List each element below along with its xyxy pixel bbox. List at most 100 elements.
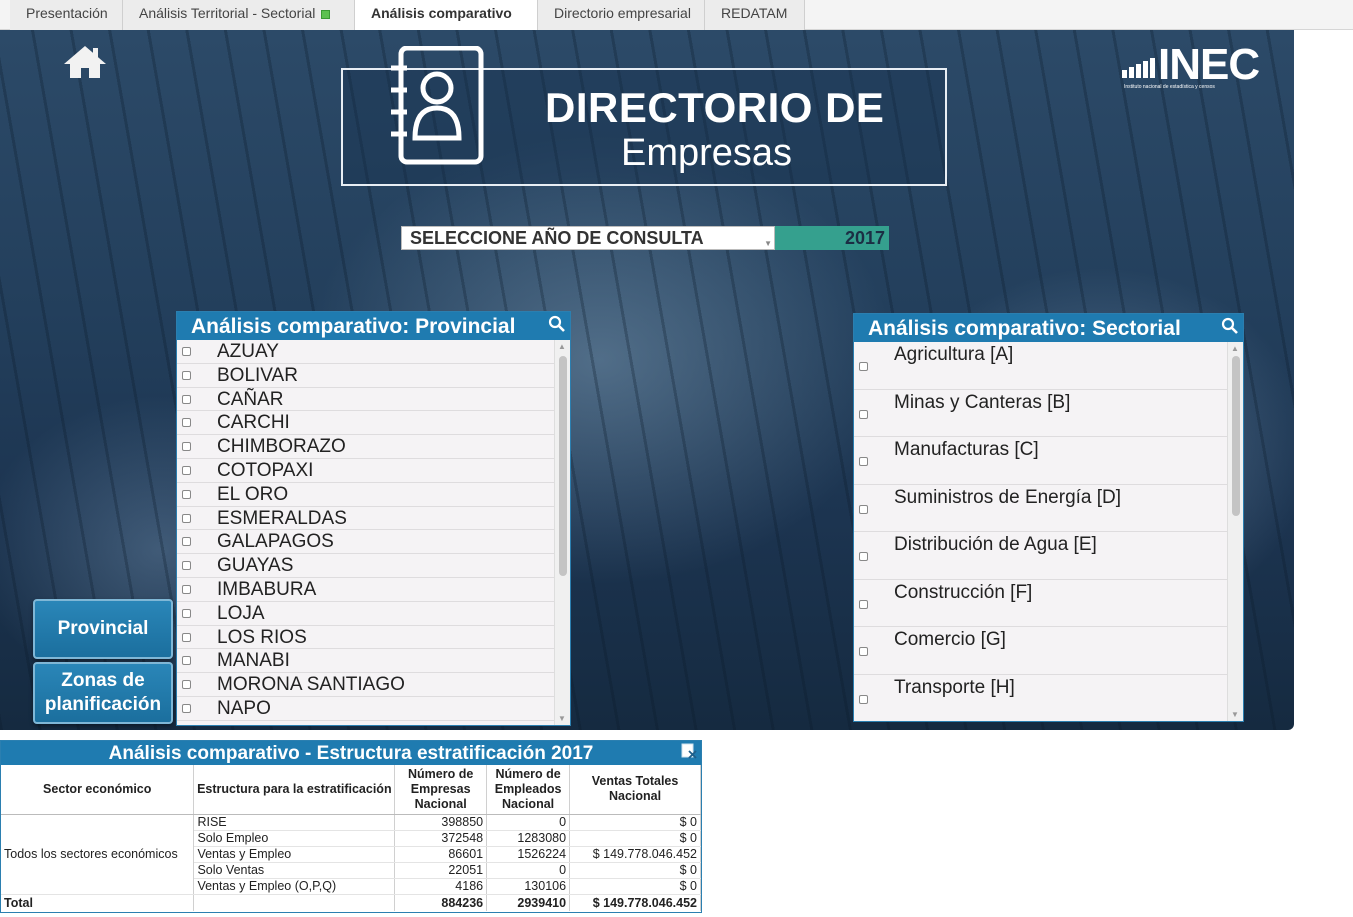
- table-title-text: Análisis comparativo - Estructura estrat…: [108, 743, 594, 764]
- checkbox[interactable]: [859, 599, 868, 609]
- sectorial-list: Agricultura [A] Minas y Canteras [B] Manuf…: [854, 342, 1227, 721]
- scroll-down-icon[interactable]: ▼: [1231, 710, 1239, 719]
- scroll-thumb[interactable]: [559, 356, 567, 576]
- checkbox[interactable]: [182, 370, 191, 380]
- list-item[interactable]: BOLIVAR: [177, 364, 554, 388]
- checkbox[interactable]: [182, 632, 191, 642]
- chevron-down-icon[interactable]: ▼: [764, 233, 772, 255]
- sectorial-listbox: Análisis comparativo: Sectorial Agricult…: [853, 313, 1244, 722]
- provincial-listbox: Análisis comparativo: Provincial AZUAY BO…: [176, 311, 571, 726]
- list-item-label: Transporte [H]: [894, 676, 1015, 698]
- checkbox[interactable]: [182, 561, 191, 571]
- checkbox[interactable]: [859, 504, 868, 514]
- export-excel-icon[interactable]: [681, 743, 697, 759]
- stratification-table: Sector económico Estructura para la estr…: [1, 765, 701, 912]
- tab-analisis-territorial[interactable]: Análisis Territorial - Sectorial: [123, 0, 355, 30]
- list-item[interactable]: LOS RIOS: [177, 626, 554, 650]
- col-header-estructura[interactable]: Estructura para la estratificación: [193, 765, 396, 815]
- list-item[interactable]: MORONA SANTIAGO: [177, 673, 554, 697]
- col-header-empleados[interactable]: Número de Empleados Nacional: [486, 765, 571, 815]
- list-item[interactable]: Manufacturas [C]: [854, 437, 1227, 485]
- address-book-icon: [391, 46, 484, 165]
- scroll-up-icon[interactable]: ▲: [558, 342, 566, 351]
- col-header-sector[interactable]: Sector económico: [1, 765, 195, 815]
- logo-subtitle: Empresas: [621, 132, 793, 174]
- list-item-label: Minas y Canteras [B]: [894, 391, 1071, 413]
- status-indicator-icon: [321, 9, 331, 19]
- listbox-title-text: Análisis comparativo: Provincial: [191, 315, 516, 338]
- ventas-cell: $ 0: [569, 862, 701, 880]
- list-item[interactable]: CHIMBORAZO: [177, 435, 554, 459]
- list-item[interactable]: ESMERALDAS: [177, 507, 554, 531]
- checkbox[interactable]: [182, 656, 191, 666]
- list-item[interactable]: AZUAY: [177, 340, 554, 364]
- table-total-row: Total 884236 2939410 $ 149.778.046.452: [1, 894, 701, 912]
- col-header-empresas[interactable]: Número de Empresas Nacional: [394, 765, 488, 815]
- search-icon[interactable]: [1221, 317, 1239, 335]
- list-item-label: EL ORO: [217, 483, 289, 505]
- provincial-list: AZUAY BOLIVAR CAÑAR CARCHI CHIMBORAZO COTOPAX…: [177, 340, 554, 725]
- year-selector-value[interactable]: 2017: [775, 226, 889, 250]
- tab-label: REDATAM: [721, 5, 788, 21]
- ventas-cell: $ 0: [569, 830, 701, 847]
- list-item[interactable]: Construcción [F]: [854, 580, 1227, 627]
- inec-logo: INEC Instituto nacional de estadística y…: [1122, 40, 1266, 92]
- scroll-down-icon[interactable]: ▼: [558, 714, 566, 723]
- tab-label: Análisis comparativo: [371, 5, 512, 21]
- checkbox[interactable]: [182, 584, 191, 594]
- list-item[interactable]: MANABI: [177, 649, 554, 674]
- home-icon[interactable]: [62, 44, 108, 80]
- checkbox[interactable]: [182, 680, 191, 690]
- checkbox[interactable]: [182, 418, 191, 428]
- list-item[interactable]: IMBABURA: [177, 578, 554, 602]
- checkbox[interactable]: [859, 409, 868, 419]
- list-item[interactable]: GALAPAGOS: [177, 530, 554, 555]
- inec-tagline: Instituto nacional de estadística y cens…: [1124, 84, 1215, 90]
- list-item[interactable]: COTOPAXI: [177, 459, 554, 483]
- list-item-label: MORONA SANTIAGO: [217, 674, 405, 696]
- list-item[interactable]: Suministros de Energía [D]: [854, 485, 1227, 532]
- tab-presentacion[interactable]: Presentación: [10, 0, 123, 30]
- col-header-ventas[interactable]: Ventas Totales Nacional: [569, 765, 701, 815]
- list-item[interactable]: Comercio [G]: [854, 627, 1227, 675]
- checkbox[interactable]: [182, 489, 191, 499]
- tab-redatam[interactable]: REDATAM: [705, 0, 805, 30]
- checkbox[interactable]: [182, 703, 191, 713]
- list-item[interactable]: NAPO: [177, 697, 554, 721]
- provincial-button[interactable]: Provincial: [33, 599, 173, 659]
- checkbox[interactable]: [182, 442, 191, 452]
- checkbox[interactable]: [182, 513, 191, 523]
- checkbox[interactable]: [859, 647, 868, 656]
- checkbox[interactable]: [182, 347, 191, 356]
- sectorial-scrollbar[interactable]: ▲ ▼: [1227, 342, 1243, 721]
- stratification-table-panel: Análisis comparativo - Estructura estrat…: [0, 740, 702, 913]
- list-item[interactable]: Agricultura [A]: [854, 342, 1227, 390]
- checkbox[interactable]: [182, 394, 191, 404]
- list-item[interactable]: Distribución de Agua [E]: [854, 532, 1227, 580]
- list-item[interactable]: LOJA: [177, 602, 554, 626]
- total-ventas: $ 149.778.046.452: [569, 894, 701, 912]
- tab-directorio-empresarial[interactable]: Directorio empresarial: [538, 0, 705, 30]
- year-selector-label[interactable]: SELECCIONE AÑO DE CONSULTA ▼: [401, 226, 775, 250]
- list-item[interactable]: EL ORO: [177, 483, 554, 507]
- list-item[interactable]: Transporte [H]: [854, 675, 1227, 722]
- search-icon[interactable]: [548, 315, 566, 333]
- zonas-planificacion-button[interactable]: Zonas de planificación: [33, 662, 173, 724]
- empleados-cell: 1283080: [486, 830, 571, 847]
- checkbox[interactable]: [859, 362, 868, 371]
- list-item[interactable]: GUAYAS: [177, 554, 554, 578]
- provincial-scrollbar[interactable]: ▲ ▼: [554, 340, 570, 725]
- checkbox[interactable]: [182, 465, 191, 475]
- scroll-up-icon[interactable]: ▲: [1231, 344, 1239, 353]
- list-item-label: IMBABURA: [217, 578, 317, 600]
- list-item[interactable]: CAÑAR: [177, 388, 554, 412]
- checkbox[interactable]: [182, 537, 191, 547]
- checkbox[interactable]: [859, 552, 868, 561]
- list-item[interactable]: CARCHI: [177, 411, 554, 436]
- tab-analisis-comparativo[interactable]: Análisis comparativo: [355, 0, 538, 31]
- checkbox[interactable]: [182, 608, 191, 618]
- list-item[interactable]: Minas y Canteras [B]: [854, 390, 1227, 437]
- checkbox[interactable]: [859, 457, 868, 466]
- scroll-thumb[interactable]: [1232, 356, 1240, 516]
- checkbox[interactable]: [859, 694, 868, 704]
